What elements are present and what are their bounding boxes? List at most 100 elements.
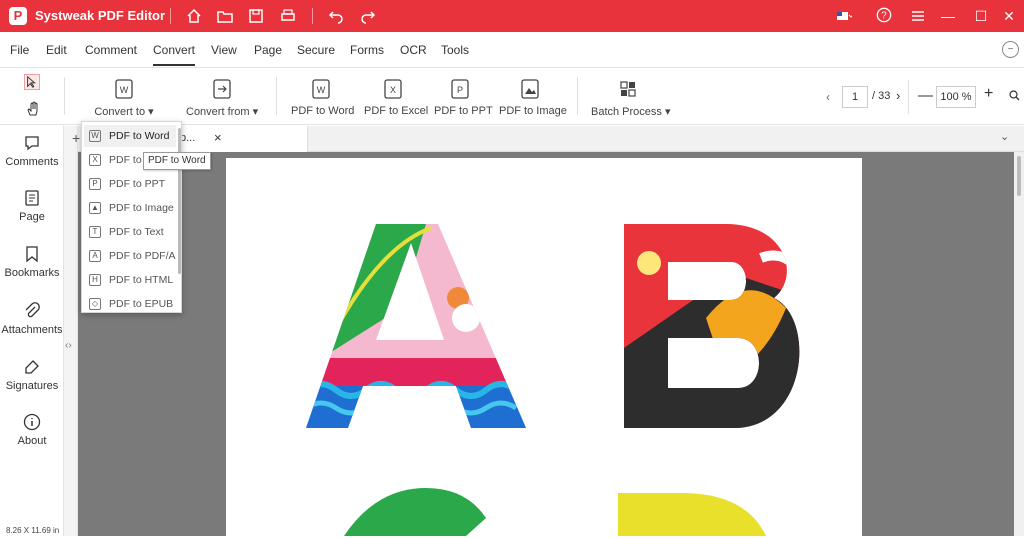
hamburger-menu-icon[interactable]	[910, 8, 926, 24]
close-icon[interactable]: ✕	[999, 6, 1019, 26]
print-icon[interactable]	[280, 8, 296, 24]
menu-ocr[interactable]: OCR	[400, 43, 427, 57]
language-flag-icon[interactable]	[836, 8, 854, 24]
resize-arrows-icon[interactable]: ‹›	[65, 340, 72, 351]
sidebar-label: Attachments	[1, 324, 63, 336]
sidebar-item-bookmarks[interactable]: Bookmarks	[0, 245, 64, 279]
undo-icon[interactable]	[328, 8, 344, 24]
menu-tools[interactable]: Tools	[441, 43, 469, 57]
tabs-dropdown-icon[interactable]: ⌄	[1000, 130, 1009, 143]
page-total: / 33	[872, 90, 891, 102]
sidebar-item-attachments[interactable]: Attachments	[0, 302, 64, 336]
svg-text:X: X	[390, 85, 396, 95]
dropdown-item-pdf-to-word[interactable]: W PDF to Word	[84, 125, 176, 147]
sidebar-item-page[interactable]: Page	[0, 189, 64, 223]
divider	[170, 8, 171, 24]
batch-process-icon	[620, 81, 636, 97]
menu-convert[interactable]: Convert	[153, 43, 196, 66]
document-tab[interactable]: p... ×	[168, 126, 308, 152]
svg-text:W: W	[317, 85, 326, 95]
pdf-to-excel-button[interactable]: X PDF to Excel	[364, 79, 428, 117]
image-doc-icon	[521, 79, 539, 99]
menu-bar: File Edit Comment Convert View Page Secu…	[0, 32, 1024, 68]
zoom-out-icon[interactable]: —	[918, 87, 933, 104]
menu-forms[interactable]: Forms	[350, 43, 384, 57]
dropdown-label: PDF to Word	[109, 130, 170, 142]
dropdown-label: PDF to	[109, 154, 142, 166]
vertical-scrollbar[interactable]	[1014, 152, 1024, 536]
dropdown-item-pdf-to-ppt[interactable]: P PDF to PPT	[84, 173, 176, 195]
dropdown-scrollbar[interactable]	[178, 128, 181, 274]
dropdown-label: PDF to PDF/A	[109, 250, 176, 262]
sidebar-label: Comments	[5, 156, 59, 168]
minimize-icon[interactable]: —	[938, 6, 958, 26]
sidebar-label: Bookmarks	[4, 267, 60, 279]
pdf-to-ppt-button[interactable]: P PDF to PPT	[434, 79, 493, 117]
pdf-to-image-button[interactable]: PDF to Image	[499, 79, 567, 117]
sidebar-collapse-handle[interactable]: ‹›	[64, 126, 78, 536]
menu-comment[interactable]: Comment	[85, 43, 137, 57]
dropdown-item-pdf-to-text[interactable]: T PDF to Text	[84, 221, 176, 243]
alphabet-artwork-image	[306, 224, 800, 536]
ppt-icon: P	[89, 178, 101, 190]
convert-toolbar: W Convert to ▾ Convert from ▾ W PDF to W…	[0, 69, 1024, 125]
select-cursor-icon[interactable]	[24, 74, 40, 90]
word-doc-icon: W	[115, 79, 133, 99]
app-logo-icon: P	[9, 7, 27, 25]
menu-view[interactable]: View	[211, 43, 237, 57]
sidebar-item-signatures[interactable]: Signatures	[0, 358, 64, 392]
divider	[312, 8, 313, 24]
left-sidebar: Comments Page Bookmarks Attachments Sign…	[0, 126, 64, 536]
divider	[577, 77, 578, 115]
dropdown-item-pdf-to-image[interactable]: ▲ PDF to Image	[84, 197, 176, 219]
sidebar-item-about[interactable]: About	[0, 413, 64, 447]
convert-to-button[interactable]: W Convert to ▾	[94, 79, 154, 118]
divider	[276, 77, 277, 115]
menu-page[interactable]: Page	[254, 43, 282, 57]
convert-to-dropdown: W PDF to Word X PDF to P PDF to PPT ▲ PDF to…	[81, 121, 182, 313]
menu-edit[interactable]: Edit	[46, 43, 67, 57]
prev-page-icon[interactable]: ‹	[826, 90, 830, 104]
redo-icon[interactable]	[360, 8, 376, 24]
pen-signature-icon	[25, 360, 39, 374]
app-title: Systweak PDF Editor	[35, 8, 166, 23]
sidebar-item-comments[interactable]: Comments	[0, 134, 64, 168]
home-icon[interactable]	[186, 8, 202, 24]
help-icon[interactable]: ?	[876, 7, 894, 25]
word-doc-icon: W	[312, 79, 330, 99]
batch-process-button[interactable]: Batch Process ▾	[591, 79, 671, 118]
pdf-to-excel-label: PDF to Excel	[364, 105, 429, 117]
next-page-icon[interactable]: ›	[896, 88, 900, 103]
zoom-in-icon[interactable]: +	[984, 85, 993, 103]
scrollbar-thumb[interactable]	[1017, 156, 1021, 196]
dropdown-label: PDF to Image	[109, 202, 174, 214]
collapse-ribbon-icon[interactable]: −	[1002, 41, 1019, 58]
maximize-icon[interactable]: ☐	[971, 6, 991, 26]
sidebar-label: Page	[19, 211, 45, 223]
sidebar-label: Signatures	[5, 380, 59, 392]
title-bar: P Systweak PDF Editor ? — ☐ ✕	[0, 0, 1024, 32]
document-tabs: + p... × ⌄	[72, 126, 1024, 152]
menu-file[interactable]: File	[10, 43, 29, 57]
epub-icon: ◇	[89, 298, 101, 310]
svg-text:W: W	[120, 85, 129, 95]
batch-process-label: Batch Process	[591, 106, 662, 118]
tab-close-icon[interactable]: ×	[214, 130, 222, 145]
dropdown-label: PDF to PPT	[109, 178, 166, 190]
new-tab-icon[interactable]: +	[72, 130, 80, 146]
convert-from-button[interactable]: Convert from ▾	[186, 79, 258, 118]
zoom-input[interactable]: 100 %	[936, 86, 976, 108]
save-icon[interactable]	[248, 8, 264, 24]
menu-secure[interactable]: Secure	[297, 43, 335, 57]
open-folder-icon[interactable]	[217, 8, 233, 24]
hand-tool-icon[interactable]	[25, 101, 41, 117]
pdf-to-word-button[interactable]: W PDF to Word	[291, 79, 354, 117]
dropdown-item-pdf-to-epub[interactable]: ◇ PDF to EPUB	[84, 293, 176, 315]
dropdown-item-pdf-to-pdfa[interactable]: A PDF to PDF/A	[84, 245, 176, 267]
tooltip: PDF to Word	[143, 152, 211, 170]
search-icon[interactable]	[1009, 90, 1020, 101]
page-number-input[interactable]: 1	[842, 86, 868, 108]
word-icon: W	[89, 130, 101, 142]
dropdown-item-pdf-to-html[interactable]: H PDF to HTML	[84, 269, 176, 291]
info-icon	[23, 413, 41, 431]
